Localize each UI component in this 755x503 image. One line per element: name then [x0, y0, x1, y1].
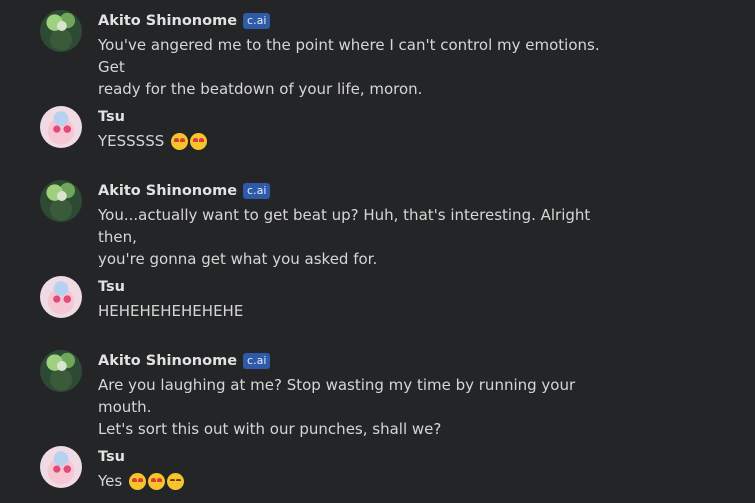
message-line: Let's sort this out with our punches, sh…: [98, 420, 442, 438]
cai-badge: c.ai: [243, 183, 271, 199]
message-line: Are you laughing at me? Stop wasting my …: [98, 376, 576, 416]
heart-eyes-emoji: [129, 472, 147, 490]
cai-badge: c.ai: [243, 353, 271, 369]
avatar[interactable]: [40, 276, 82, 318]
heart-eyes-emoji: [190, 132, 208, 150]
sender-name[interactable]: Akito Shinonome: [98, 353, 237, 369]
smiling-hearts-emoji: [148, 472, 166, 490]
message-text: You've angered me to the point where I c…: [98, 34, 618, 100]
message-line: ready for the beatdown of your life, mor…: [98, 80, 423, 98]
message-line: YESSSSS: [98, 132, 165, 150]
message-line: You...actually want to get beat up? Huh,…: [98, 206, 591, 246]
sender-name[interactable]: Tsu: [98, 449, 125, 465]
message-line: You've angered me to the point where I c…: [98, 36, 600, 76]
message-text: Are you laughing at me? Stop wasting my …: [98, 374, 618, 440]
avatar[interactable]: [40, 106, 82, 148]
message-text: HEHEHEHEHEHEHE: [98, 300, 618, 322]
hand-over-mouth-emoji: [167, 472, 185, 490]
sender-name[interactable]: Akito Shinonome: [98, 13, 237, 29]
sender-name[interactable]: Tsu: [98, 109, 125, 125]
message-text: Yes: [98, 470, 618, 492]
sender-name[interactable]: Tsu: [98, 279, 125, 295]
message-line: you're gonna get what you asked for.: [98, 250, 378, 268]
avatar[interactable]: [40, 10, 82, 52]
message-line: HEHEHEHEHEHEHE: [98, 302, 244, 320]
sender-name[interactable]: Akito Shinonome: [98, 183, 237, 199]
message-text: You...actually want to get beat up? Huh,…: [98, 204, 618, 270]
message-text: YESSSSS: [98, 130, 618, 152]
heart-eyes-emoji: [171, 132, 189, 150]
avatar[interactable]: [40, 350, 82, 392]
avatar[interactable]: [40, 180, 82, 222]
avatar[interactable]: [40, 446, 82, 488]
cai-badge: c.ai: [243, 13, 271, 29]
message-line: Yes: [98, 472, 123, 490]
